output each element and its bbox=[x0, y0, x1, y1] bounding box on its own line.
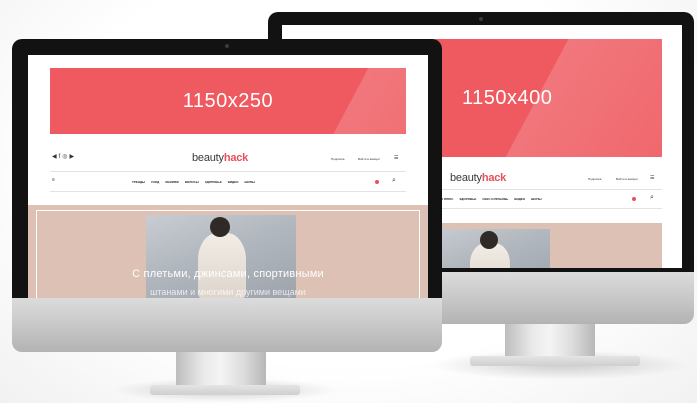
front-cart-icon[interactable] bbox=[375, 180, 379, 184]
front-monitor-foot bbox=[150, 385, 300, 395]
front-site-logo[interactable]: beautyhack bbox=[192, 152, 248, 164]
front-nav-item[interactable]: УХОД bbox=[151, 180, 159, 184]
telegram-icon[interactable]: ◀ bbox=[52, 154, 59, 160]
youtube-icon[interactable]: ▶ bbox=[70, 154, 77, 160]
front-nav-item[interactable]: ЗДОРОВЬЕ bbox=[205, 180, 222, 184]
front-nav-item[interactable]: ВИДЕО bbox=[228, 180, 239, 184]
back-nav-item[interactable]: СЕКС И ЛЮБОВЬ bbox=[482, 197, 508, 201]
back-nav-item[interactable]: ЗДОРОВЬЕ bbox=[459, 197, 476, 201]
front-hero-head bbox=[210, 217, 230, 237]
back-search-icon[interactable]: ⌕ bbox=[650, 194, 654, 202]
front-hamburger-icon[interactable]: ≡ bbox=[52, 177, 55, 183]
back-monitor-camera bbox=[479, 17, 483, 21]
back-logo-accent: hack bbox=[481, 172, 507, 184]
front-search-icon[interactable]: ⌕ bbox=[392, 177, 396, 185]
back-banner-label: 1150x400 bbox=[462, 87, 553, 109]
front-hero-headline-2[interactable]: штанами и многими другими вещами bbox=[28, 287, 428, 297]
front-hero-photo bbox=[146, 215, 296, 298]
front-social-icons: ◀f◎▶ bbox=[52, 153, 76, 160]
front-banner-label: 1150x250 bbox=[182, 90, 274, 112]
front-ad-banner: 1150x250 bbox=[50, 68, 406, 134]
front-subscribe-link[interactable]: Подписка bbox=[331, 157, 344, 161]
front-nav-item[interactable]: ВОЛОСЫ bbox=[185, 180, 199, 184]
front-hero-headline[interactable]: С плетьми, джинсами, спортивными bbox=[28, 268, 428, 280]
front-monitor-neck bbox=[176, 348, 266, 390]
front-nav-item[interactable]: ТРЕНДЫ bbox=[132, 180, 145, 184]
front-monitor-screen: 1150x250 ◀f◎▶ beautyhack Подписка Войти … bbox=[28, 55, 428, 298]
front-monitor-chin bbox=[12, 298, 442, 352]
back-site-logo[interactable]: beautyhack bbox=[450, 172, 506, 184]
front-nav-divider-2 bbox=[50, 191, 406, 192]
back-main-nav: ТРЕНДЫ ПЛЮС ЗДОРОВЬЕ СЕКС И ЛЮБОВЬ ВИДЕО… bbox=[430, 197, 542, 201]
front-hero-section: С плетьми, джинсами, спортивными штанами… bbox=[28, 205, 428, 298]
front-nav-divider bbox=[50, 171, 406, 172]
back-hero-photo bbox=[428, 229, 550, 268]
front-login-link[interactable]: Войти в аккаунт bbox=[358, 157, 380, 161]
front-main-nav: ТРЕНДЫ УХОД МАКИЯЖ ВОЛОСЫ ЗДОРОВЬЕ ВИДЕО… bbox=[132, 180, 255, 184]
back-nav-item[interactable]: ШОПЫ bbox=[531, 197, 541, 201]
instagram-icon[interactable]: ◎ bbox=[62, 154, 69, 160]
back-logo-main: beauty bbox=[450, 172, 482, 184]
back-monitor-foot bbox=[470, 356, 640, 366]
front-menu-icon[interactable]: ☰ bbox=[394, 155, 398, 161]
back-hero-head bbox=[480, 231, 498, 249]
mockup-scene: 1150x400 beautyhack Подписка Войти в акк… bbox=[0, 0, 697, 403]
back-nav-item[interactable]: ВИДЕО bbox=[514, 197, 525, 201]
back-menu-icon[interactable]: ☰ bbox=[650, 175, 654, 181]
front-monitor-camera bbox=[225, 44, 229, 48]
back-subscribe-link[interactable]: Подписка bbox=[588, 177, 601, 181]
front-nav-item[interactable]: ШОПЫ bbox=[245, 180, 255, 184]
back-login-link[interactable]: Войти в аккаунт bbox=[616, 177, 638, 181]
front-logo-main: beauty bbox=[192, 152, 224, 164]
back-cart-icon[interactable] bbox=[632, 197, 636, 201]
front-nav-item[interactable]: МАКИЯЖ bbox=[165, 180, 179, 184]
front-logo-accent: hack bbox=[223, 152, 249, 164]
